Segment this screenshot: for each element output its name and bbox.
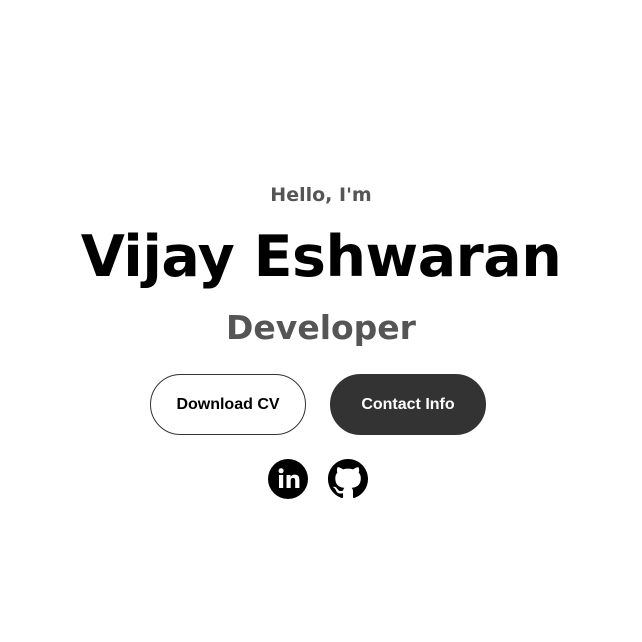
linkedin-link[interactable] [268,459,308,499]
github-icon [328,459,368,499]
contact-info-button[interactable]: Contact Info [330,374,486,435]
contact-info-label: Contact Info [361,395,455,413]
profile-name: Vijay Eshwaran [80,224,562,290]
greeting-text: Hello, I'm [270,184,372,206]
hero-section: Hello, I'm Vijay Eshwaran Developer Down… [0,0,642,642]
profile-role: Developer [226,308,416,347]
github-link[interactable] [328,459,368,499]
download-cv-label: Download CV [176,395,280,413]
linkedin-icon [268,459,308,499]
download-cv-button[interactable]: Download CV [150,374,306,435]
